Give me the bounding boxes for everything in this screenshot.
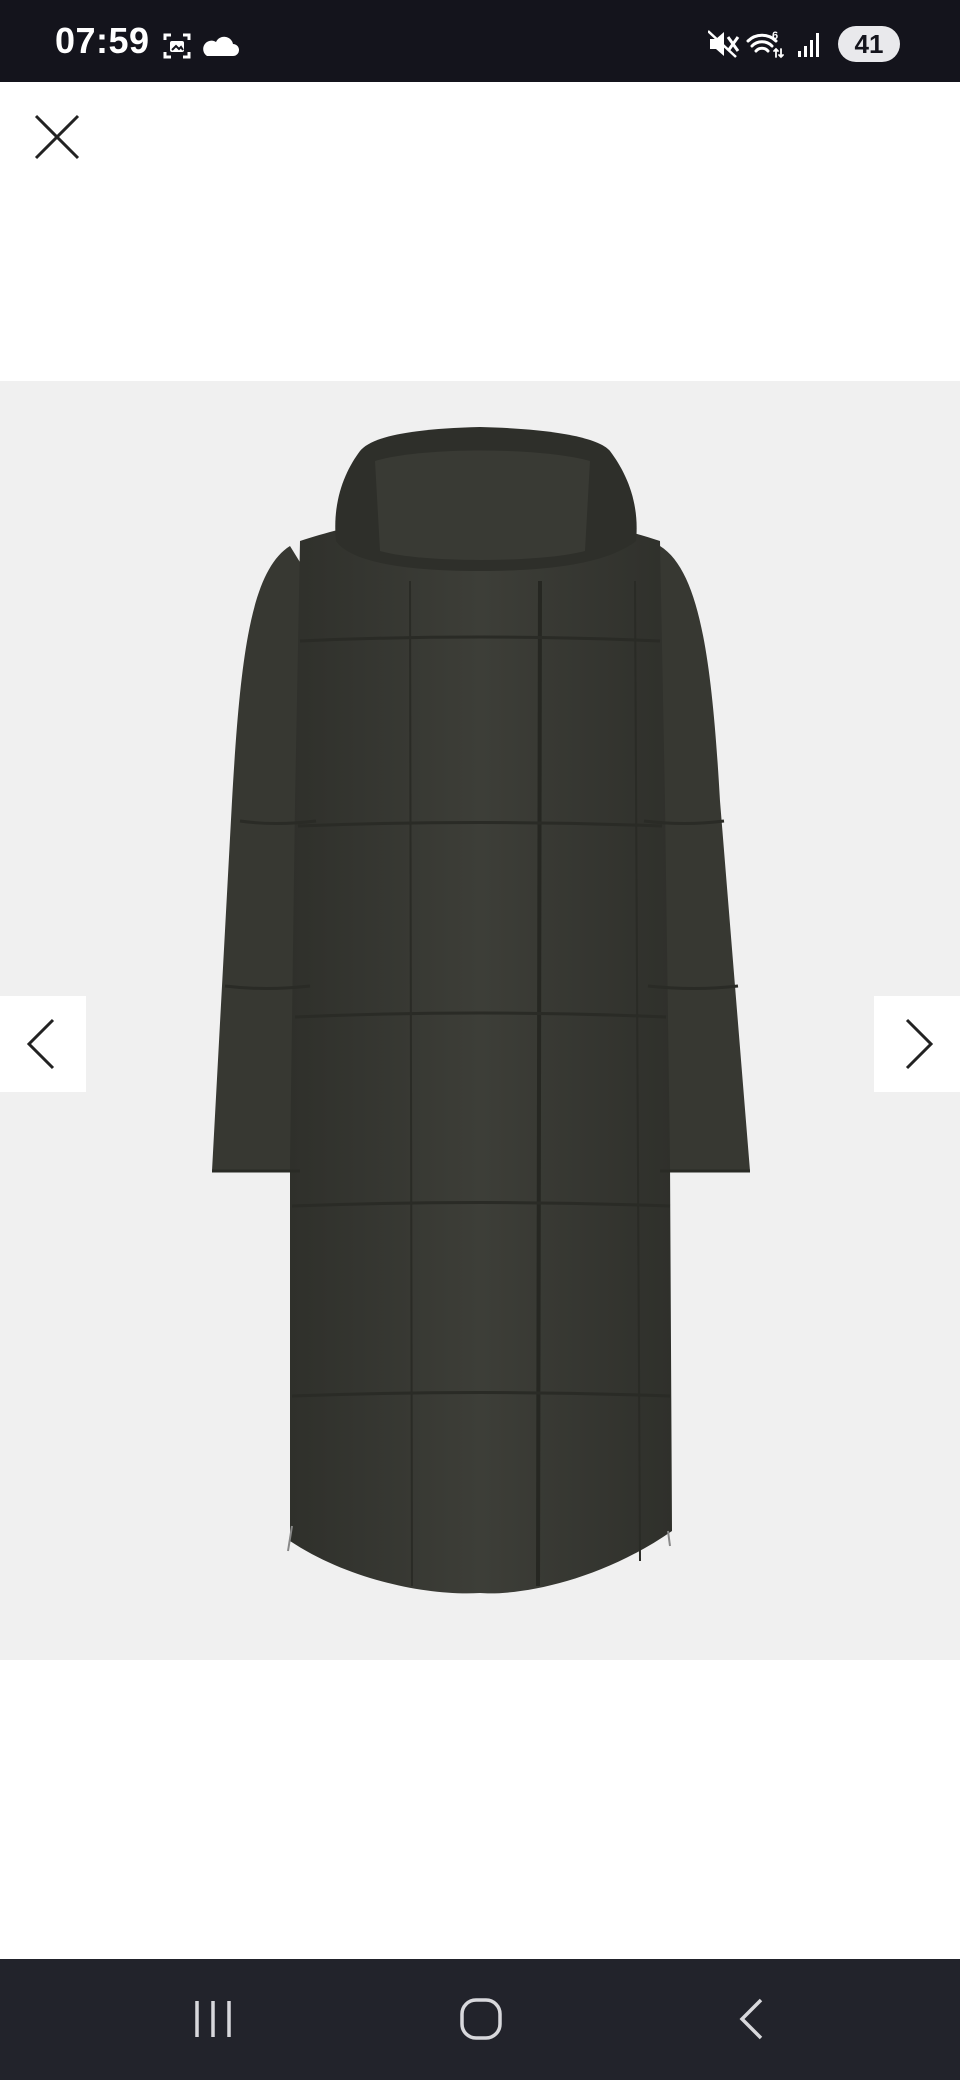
mute-icon xyxy=(708,30,740,58)
system-navigation-bar xyxy=(0,1959,960,2080)
close-icon xyxy=(34,114,80,160)
battery-indicator: 41 xyxy=(838,26,900,62)
chevron-left-icon xyxy=(26,1018,55,1070)
status-bar: 07:59 6 41 xyxy=(0,0,960,82)
cloud-icon xyxy=(203,36,239,56)
recent-apps-icon xyxy=(195,2001,231,2037)
close-button[interactable] xyxy=(26,106,86,166)
screenshot-icon xyxy=(163,33,191,59)
wifi-icon: 6 xyxy=(746,30,784,59)
status-time: 07:59 xyxy=(55,20,150,61)
chevron-right-icon xyxy=(905,1018,934,1070)
next-image-button[interactable] xyxy=(874,996,960,1092)
back-icon xyxy=(739,1998,763,2040)
home-icon xyxy=(460,1998,502,2040)
coat-image xyxy=(212,427,750,1594)
product-image[interactable] xyxy=(0,381,960,1660)
svg-text:6: 6 xyxy=(772,30,778,42)
signal-icon xyxy=(798,33,819,57)
previous-image-button[interactable] xyxy=(0,996,86,1092)
status-right-icons: 6 41 xyxy=(708,26,900,62)
status-left-icons xyxy=(162,32,252,67)
recent-apps-button[interactable] xyxy=(173,1989,253,2049)
home-button[interactable] xyxy=(441,1989,521,2049)
back-button[interactable] xyxy=(712,1989,792,2049)
